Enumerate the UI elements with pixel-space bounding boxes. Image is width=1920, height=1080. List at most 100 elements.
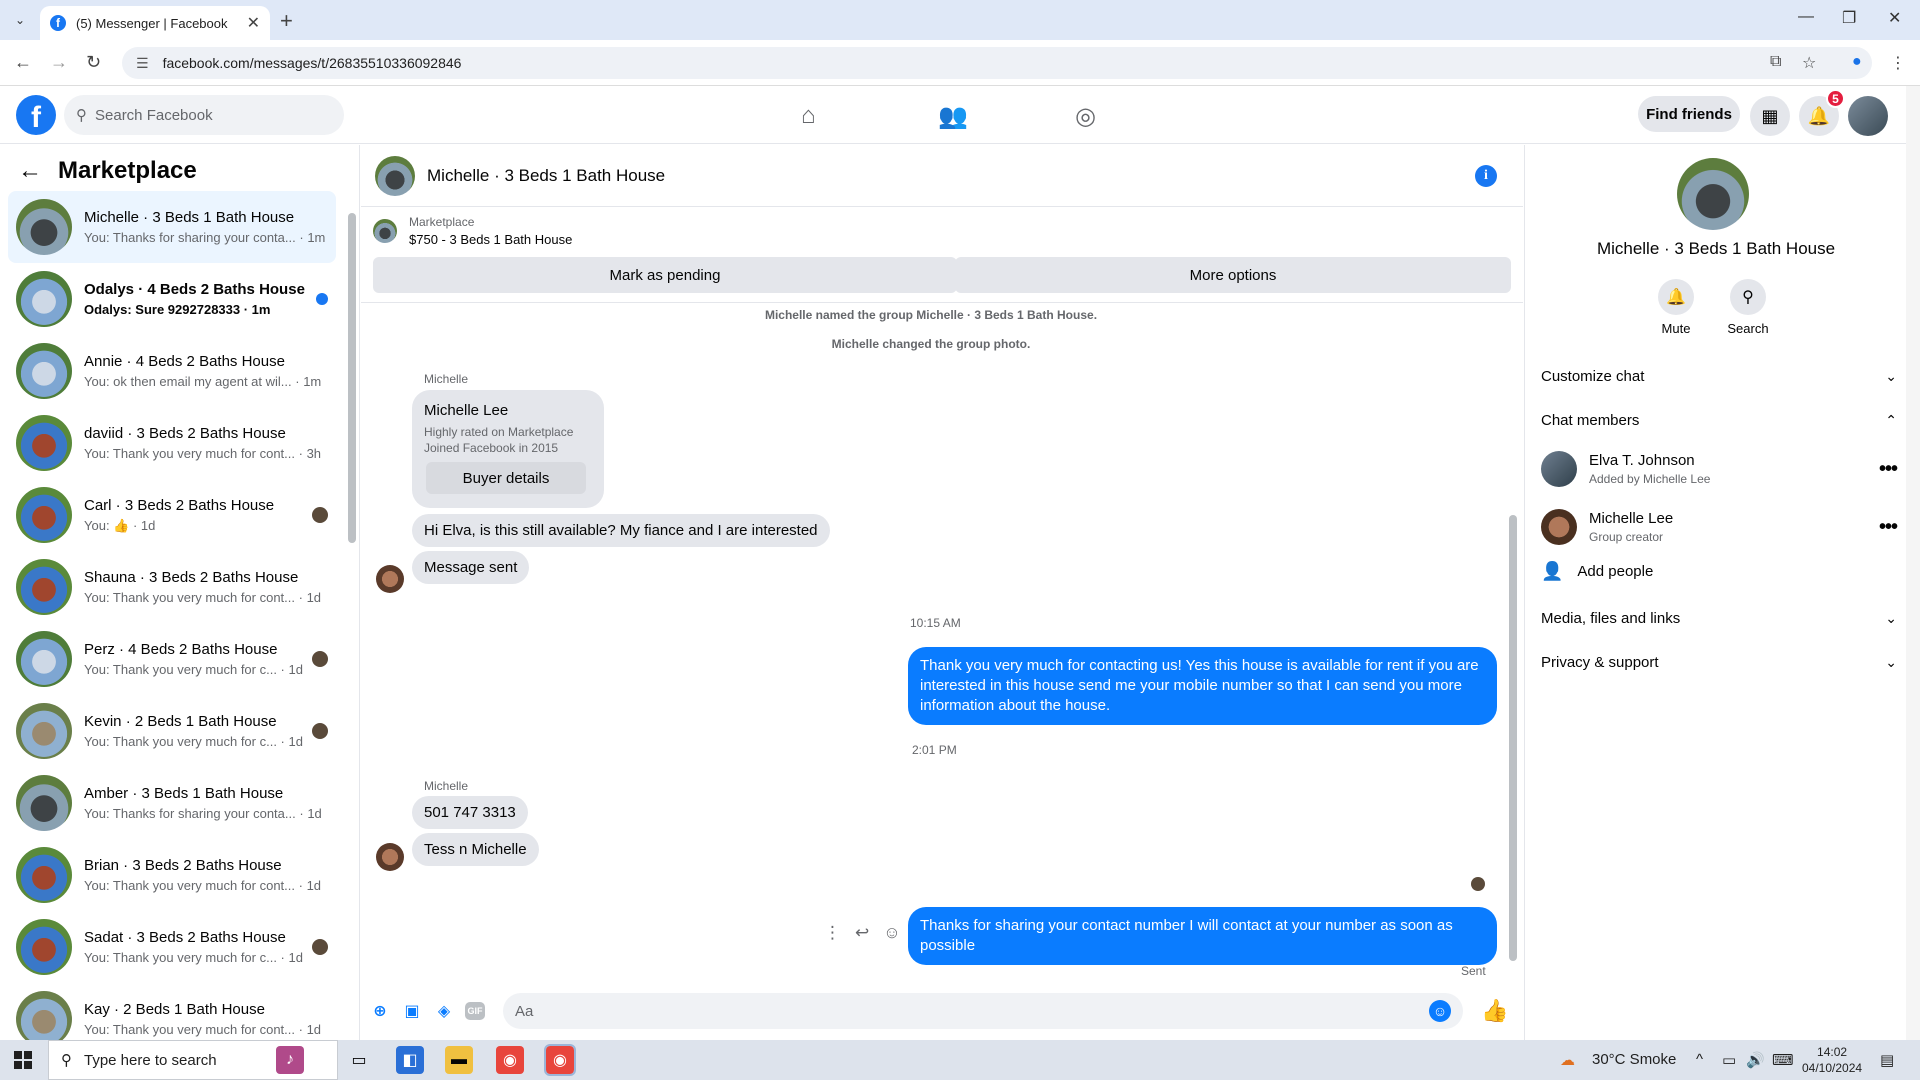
browser-menu-icon[interactable]: ⋮ [1890, 53, 1906, 73]
conversation-avatar [16, 847, 72, 903]
volume-icon[interactable]: 🔊 [1746, 1051, 1765, 1069]
friends-icon[interactable]: 👥 [938, 102, 968, 131]
new-tab-plus-icon[interactable]: + [280, 8, 293, 34]
sender-avatar[interactable] [376, 843, 404, 871]
chrome-active-icon[interactable]: ◉ [544, 1044, 576, 1076]
notification-center-icon[interactable]: ▤ [1880, 1051, 1894, 1069]
close-window-icon[interactable]: ✕ [1888, 8, 1901, 28]
groups-icon[interactable]: ◎ [1075, 102, 1096, 131]
conversation-item[interactable]: daviid · 3 Beds 2 Baths House You: Thank … [8, 407, 336, 479]
search-action[interactable]: ⚲ Search [1718, 279, 1778, 336]
preview-time: 1m [303, 374, 322, 389]
customize-chat-row[interactable]: Customize chat ⌄ [1541, 358, 1897, 394]
conversation-item[interactable]: Kay · 2 Beds 1 Bath House You: Thank you … [8, 983, 336, 1040]
add-people-button[interactable]: 👤 Add people [1541, 561, 1653, 582]
message-bubble-incoming[interactable]: Hi Elva, is this still available? My fia… [412, 514, 830, 547]
task-view-icon[interactable]: ▭ [345, 1046, 373, 1074]
conversation-item[interactable]: Sadat · 3 Beds 2 Baths House You: Thank y… [8, 911, 336, 983]
buyer-details-button[interactable]: Buyer details [426, 462, 586, 494]
page-scrollbar[interactable] [1906, 86, 1920, 1040]
search-highlight-icon[interactable]: ♪ [276, 1046, 304, 1074]
message-bubble-incoming[interactable]: Message sent [412, 551, 530, 584]
more-dots-icon[interactable]: ⋮ [824, 923, 841, 943]
site-info-icon[interactable]: ☰ [136, 55, 149, 72]
privacy-support-row[interactable]: Privacy & support ⌄ [1541, 644, 1897, 680]
chrome-icon[interactable]: ◉ [496, 1046, 524, 1074]
forward-arrow-icon[interactable]: → [50, 52, 68, 73]
more-options-button[interactable]: More options [955, 257, 1511, 293]
tray-chevron-icon[interactable]: ^ [1696, 1051, 1703, 1068]
menu-grid-icon[interactable]: ▦ [1750, 96, 1790, 136]
back-arrow-icon[interactable]: ← [18, 157, 42, 185]
back-arrow-icon[interactable]: ← [14, 52, 32, 73]
tab-search-chevron-icon[interactable]: ⌄ [8, 9, 32, 31]
sender-avatar[interactable] [376, 565, 404, 593]
sticker-icon[interactable]: ◈ [433, 1000, 455, 1022]
find-friends-button[interactable]: Find friends [1638, 96, 1740, 132]
conversation-item[interactable]: Odalys · 4 Beds 2 Baths House Odalys: Sur… [8, 263, 336, 335]
seen-avatar [312, 723, 328, 739]
facebook-logo-icon[interactable]: f [16, 95, 56, 135]
conversation-item[interactable]: Carl · 3 Beds 2 Baths House You: 👍 · 1d [8, 479, 336, 551]
account-avatar[interactable] [1848, 96, 1888, 136]
conversation-item[interactable]: Brian · 3 Beds 2 Baths House You: Thank y… [8, 839, 336, 911]
conversation-item[interactable]: Amber · 3 Beds 1 Bath House You: Thanks f… [8, 767, 336, 839]
install-app-icon[interactable]: ⧉ [1770, 53, 1781, 71]
conversation-name: Michelle · 3 Beds 1 Bath House [84, 209, 295, 226]
member-more-icon[interactable]: ••• [1879, 458, 1898, 481]
clock-time: 14:02 [1817, 1045, 1848, 1059]
url-bar[interactable]: ☰ facebook.com/messages/t/26835510336092… [122, 47, 1872, 79]
store-icon[interactable]: ◧ [396, 1046, 424, 1074]
react-smiley-icon[interactable]: ☺ [883, 923, 900, 943]
windows-start-icon[interactable] [14, 1051, 32, 1069]
mark-as-pending-button[interactable]: Mark as pending [373, 257, 957, 293]
network-icon[interactable]: ▭ [1722, 1051, 1736, 1069]
file-explorer-icon[interactable]: ▬ [445, 1046, 473, 1074]
emoji-icon[interactable]: ☺ [1429, 1000, 1451, 1022]
mute-action[interactable]: 🔔 Mute [1646, 279, 1706, 336]
chat-members-row[interactable]: Chat members ⌃ [1541, 402, 1897, 438]
thumbs-up-icon[interactable]: 👍 [1481, 998, 1508, 1024]
group-avatar[interactable] [1677, 158, 1749, 230]
minimize-icon[interactable]: — [1798, 8, 1814, 26]
home-icon[interactable]: ⌂ [801, 102, 816, 130]
profile-icon[interactable]: ● [1852, 53, 1862, 71]
conversation-item[interactable]: Michelle · 3 Beds 1 Bath House You: Thank… [8, 191, 336, 263]
gif-icon[interactable]: GIF [465, 1002, 485, 1020]
conversation-scrollbar[interactable] [346, 197, 356, 1037]
message-input[interactable]: Aa ☺ [503, 993, 1463, 1029]
seen-avatar [312, 651, 328, 667]
reload-icon[interactable]: ↻ [86, 52, 101, 73]
marketplace-listing[interactable]: Marketplace $750 - 3 Beds 1 Bath House [373, 215, 572, 247]
conversation-item[interactable]: Shauna · 3 Beds 2 Baths House You: Thank … [8, 551, 336, 623]
media-files-row[interactable]: Media, files and links ⌄ [1541, 600, 1897, 636]
conversation-item[interactable]: Perz · 4 Beds 2 Baths House You: Thank yo… [8, 623, 336, 695]
chat-avatar[interactable] [375, 155, 415, 196]
conversation-item[interactable]: Annie · 4 Beds 2 Baths House You: ok then… [8, 335, 336, 407]
clock[interactable]: 14:02 04/10/2024 [1802, 1044, 1862, 1076]
member-more-icon[interactable]: ••• [1879, 516, 1898, 539]
weather-text[interactable]: 30°C Smoke [1592, 1051, 1676, 1068]
info-icon[interactable]: i [1475, 164, 1497, 187]
message-bubble-incoming[interactable]: Tess n Michelle [412, 833, 539, 866]
conversation-name: Perz · 4 Beds 2 Baths House [84, 641, 278, 658]
conversation-name: Carl · 3 Beds 2 Baths House [84, 496, 275, 514]
chat-title[interactable]: Michelle · 3 Beds 1 Bath House [427, 166, 1475, 186]
facebook-search-input[interactable]: ⚲ Search Facebook [64, 95, 344, 135]
member-row[interactable]: Elva T. Johnson Added by Michelle Lee ••… [1541, 444, 1898, 494]
conversation-item[interactable]: Kevin · 2 Beds 1 Bath House You: Thank yo… [8, 695, 336, 767]
reply-icon[interactable]: ↩ [855, 923, 869, 943]
thread-scrollbar[interactable] [1507, 305, 1519, 975]
restore-icon[interactable]: ❐ [1842, 8, 1856, 28]
bookmark-star-icon[interactable]: ☆ [1802, 53, 1816, 73]
tab-close-icon[interactable]: ✕ [247, 13, 260, 33]
message-bubble-outgoing[interactable]: Thanks for sharing your contact number I… [908, 907, 1497, 965]
keyboard-icon[interactable]: ⌨ [1772, 1051, 1794, 1069]
message-bubble-incoming[interactable]: 501 747 3313 [412, 796, 528, 829]
photo-icon[interactable]: ▣ [401, 1000, 423, 1022]
member-row[interactable]: Michelle Lee Group creator ••• [1541, 502, 1898, 552]
url-text: facebook.com/messages/t/2683551033609284… [162, 55, 462, 71]
plus-icon[interactable]: ⊕ [369, 1000, 391, 1022]
browser-tab[interactable]: f (5) Messenger | Facebook ✕ [40, 6, 270, 40]
message-bubble-outgoing[interactable]: Thank you very much for contacting us! Y… [908, 647, 1497, 725]
